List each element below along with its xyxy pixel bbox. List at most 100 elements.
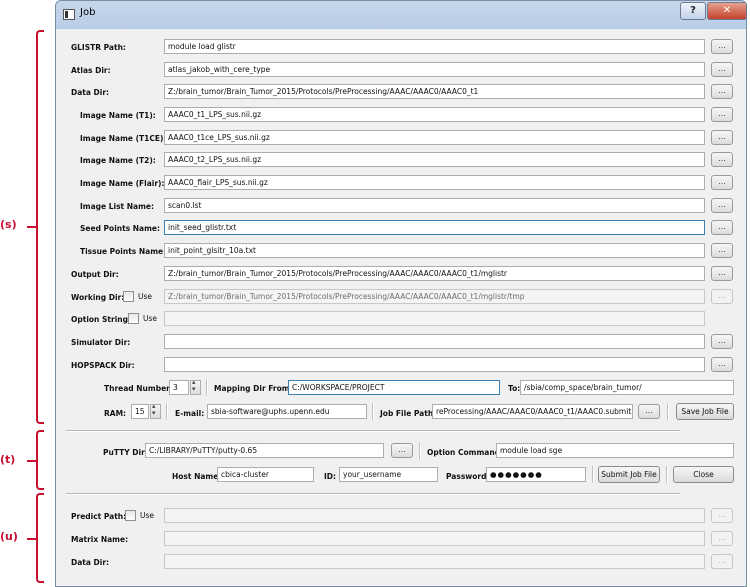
data-dir-browse-button[interactable]: ... <box>711 84 733 99</box>
thread-number-spinner[interactable] <box>190 378 201 395</box>
close-button[interactable]: Close <box>673 466 734 483</box>
separator <box>592 466 594 483</box>
user-id-label: ID: <box>324 472 337 481</box>
simulator-dir-browse-button[interactable]: ... <box>711 334 733 349</box>
image-list-input[interactable]: scan0.lst <box>164 198 705 213</box>
mapping-from-label: Mapping Dir From: <box>214 384 293 393</box>
predict-path-use-label: Use <box>140 511 155 520</box>
seed-points-input[interactable]: init_seed_glistr.txt <box>164 220 705 235</box>
tissue-points-browse-button[interactable]: ... <box>711 243 733 258</box>
option-string-input[interactable] <box>164 311 705 326</box>
separator <box>419 442 421 459</box>
separator <box>166 403 168 420</box>
close-icon: ✕ <box>722 5 732 16</box>
image-t2-input[interactable]: AAAC0_t2_LPS_sus.nii.gz <box>164 152 705 167</box>
image-t2-browse-button[interactable]: ... <box>711 152 733 167</box>
seed-points-browse-button[interactable]: ... <box>711 220 733 235</box>
hopspack-dir-browse-button[interactable]: ... <box>711 357 733 372</box>
brace-t <box>36 430 44 490</box>
data-dir-input[interactable]: Z:/brain_tumor/Brain_Tumor_2015/Protocol… <box>164 84 705 99</box>
brace-t-tick <box>27 460 37 462</box>
host-name-label: Host Name: <box>172 472 222 481</box>
image-t1ce-browse-button[interactable]: ... <box>711 130 733 145</box>
predict-data-dir-browse-button[interactable]: ... <box>711 554 733 569</box>
working-dir-input[interactable]: Z:/brain_tumor/Brain_Tumor_2015/Protocol… <box>164 289 705 304</box>
option-string-use-label: Use <box>143 314 158 323</box>
image-t2-label: Image Name (T2): <box>80 156 156 165</box>
image-list-browse-button[interactable]: ... <box>711 198 733 213</box>
predict-data-dir-input[interactable] <box>164 554 705 569</box>
submit-job-file-button[interactable]: Submit Job File <box>598 466 660 483</box>
separator <box>206 379 208 396</box>
hopspack-dir-input[interactable] <box>164 357 705 372</box>
tissue-points-input[interactable]: init_point_glsitr_10a.txt <box>164 243 705 258</box>
ram-input[interactable]: 15 <box>131 404 149 419</box>
simulator-dir-label: Simulator Dir: <box>71 338 131 347</box>
glistr-path-label: GLISTR Path: <box>71 43 126 52</box>
working-dir-use-checkbox[interactable] <box>123 291 134 302</box>
simulator-dir-input[interactable] <box>164 334 705 349</box>
job-file-path-browse-button[interactable]: ... <box>638 404 660 419</box>
brace-s-tick <box>27 226 37 228</box>
image-t1-browse-button[interactable]: ... <box>711 107 733 122</box>
window-close-button[interactable]: ✕ <box>707 2 747 20</box>
email-input[interactable]: sbia-software@uphs.upenn.edu <box>207 404 367 419</box>
output-dir-browse-button[interactable]: ... <box>711 266 733 281</box>
password-label: Password: <box>446 472 490 481</box>
option-command-label: Option Command: <box>427 448 504 457</box>
data-dir-label: Data Dir: <box>71 88 110 97</box>
ram-spinner[interactable] <box>150 402 161 419</box>
image-t1-input[interactable]: AAAC0_t1_LPS_sus.nii.gz <box>164 107 705 122</box>
brace-s <box>36 30 44 424</box>
help-button[interactable]: ? <box>680 2 706 20</box>
output-dir-label: Output Dir: <box>71 270 119 279</box>
atlas-dir-input[interactable]: atlas_jakob_with_cere_type <box>164 62 705 77</box>
annotation-s: (s) <box>0 218 17 231</box>
image-list-label: Image List Name: <box>80 202 154 211</box>
annotation-t: (t) <box>0 453 16 466</box>
matrix-name-browse-button[interactable]: ... <box>711 531 733 546</box>
mapping-from-input[interactable]: C:/WORKSPACE/PROJECT <box>288 380 500 395</box>
predict-path-input[interactable] <box>164 508 705 523</box>
save-job-file-button[interactable]: Save Job File <box>676 403 734 420</box>
image-t1ce-input[interactable]: AAAC0_t1ce_LPS_sus.nii.gz <box>164 130 705 145</box>
working-dir-use-label: Use <box>138 292 153 301</box>
putty-dir-input[interactable]: C:/LIBRARY/PuTTY/putty-0.65 <box>145 443 384 458</box>
help-icon: ? <box>690 5 696 16</box>
email-label: E-mail: <box>175 409 205 418</box>
predict-path-use-checkbox[interactable] <box>125 510 136 521</box>
hopspack-dir-label: HOPSPACK Dir: <box>71 361 135 370</box>
brace-u-tick <box>27 538 37 540</box>
window-app-icon <box>63 9 75 20</box>
predict-path-browse-button[interactable]: ... <box>711 508 733 523</box>
predict-data-dir-label: Data Dir: <box>71 558 110 567</box>
title-bar[interactable]: Job ? ✕ <box>56 1 747 29</box>
thread-number-input[interactable]: 3 <box>169 380 189 395</box>
job-file-path-input[interactable]: reProcessing/AAAC/AAAC0/AAAC0_t1/AAAC0.s… <box>432 404 633 419</box>
separator <box>667 403 669 420</box>
section-divider <box>66 430 680 432</box>
user-id-input[interactable]: your_username <box>339 467 438 482</box>
atlas-dir-label: Atlas Dir: <box>71 66 111 75</box>
separator <box>372 403 374 420</box>
matrix-name-label: Matrix Name: <box>71 535 129 544</box>
glistr-path-browse-button[interactable]: ... <box>711 39 733 54</box>
tissue-points-label: Tissue Points Name: <box>80 247 167 256</box>
option-command-input[interactable]: module load sge <box>496 443 734 458</box>
image-flair-browse-button[interactable]: ... <box>711 175 733 190</box>
window-title: Job <box>80 7 96 18</box>
output-dir-input[interactable]: Z:/brain_tumor/Brain_Tumor_2015/Protocol… <box>164 266 705 281</box>
image-flair-input[interactable]: AAAC0_flair_LPS_sus.nii.gz <box>164 175 705 190</box>
section-divider <box>66 493 680 495</box>
option-string-use-checkbox[interactable] <box>128 313 139 324</box>
atlas-dir-browse-button[interactable]: ... <box>711 62 733 77</box>
host-name-input[interactable]: cbica-cluster <box>217 467 314 482</box>
password-input[interactable]: ●●●●●●● <box>486 467 586 482</box>
working-dir-browse-button[interactable]: ... <box>711 289 733 304</box>
putty-dir-label: PuTTY Dir: <box>103 448 148 457</box>
putty-dir-browse-button[interactable]: ... <box>391 443 413 458</box>
matrix-name-input[interactable] <box>164 531 705 546</box>
annotation-u: (u) <box>0 530 18 543</box>
mapping-to-input[interactable]: /sbia/comp_space/brain_tumor/ <box>520 380 734 395</box>
glistr-path-input[interactable]: module load glistr <box>164 39 705 54</box>
